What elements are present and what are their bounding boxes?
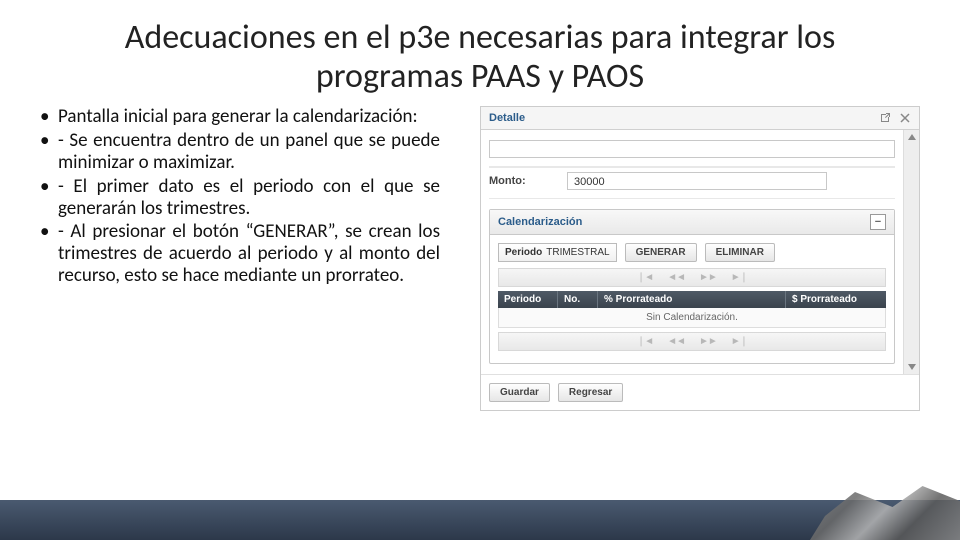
slide-body: •Pantalla inicial para generar la calend… [0,106,960,411]
generar-button[interactable]: GENERAR [625,243,697,262]
col-pct-prorrateado: % Prorrateado [598,291,786,308]
next-page-icon[interactable]: ►► [699,336,717,347]
bullet-item: - Se encuentra dentro de un panel que se… [58,130,440,174]
last-page-icon[interactable]: ►❘ [731,272,747,283]
bullet-item: Pantalla inicial para generar la calenda… [58,106,440,128]
prev-page-icon[interactable]: ◄◄ [667,272,685,283]
col-periodo: Periodo [498,291,558,308]
scroll-up-icon[interactable] [908,134,916,140]
first-page-icon[interactable]: ❘◄ [637,272,653,283]
monto-label: Monto: [489,175,559,187]
prev-page-icon[interactable]: ◄◄ [667,336,685,347]
calendarizacion-panel: Calendarización − Periodo TRIMESTRAL GEN… [489,209,895,364]
grid-empty-message: Sin Calendarización. [498,308,886,328]
close-icon[interactable] [899,112,911,124]
aplicacion-field[interactable] [489,140,895,158]
bullet-item: - El primer dato es el periodo con el qu… [58,176,440,220]
bullet-item: - Al presionar el botón “GENERAR”, se cr… [58,221,440,287]
pager-top: ❘◄ ◄◄ ►► ►❘ [498,268,886,287]
guardar-button[interactable]: Guardar [489,383,550,402]
grid-header: Periodo No. % Prorrateado $ Prorrateado [498,291,886,308]
pager-bottom: ❘◄ ◄◄ ►► ►❘ [498,332,886,351]
periodo-label: Periodo [505,247,542,258]
first-page-icon[interactable]: ❘◄ [637,336,653,347]
periodo-value: TRIMESTRAL [546,247,609,258]
collapse-button[interactable]: − [870,214,886,230]
regresar-button[interactable]: Regresar [558,383,623,402]
last-page-icon[interactable]: ►❘ [731,336,747,347]
detalle-header: Detalle [481,107,919,130]
eliminar-button[interactable]: ELIMINAR [705,243,775,262]
vertical-scrollbar[interactable] [903,130,919,374]
detalle-title: Detalle [489,112,525,124]
periodo-select[interactable]: Periodo TRIMESTRAL [498,243,617,262]
monto-input[interactable]: 30000 [567,172,827,190]
footer-image [810,480,960,540]
next-page-icon[interactable]: ►► [699,272,717,283]
scroll-down-icon[interactable] [908,364,916,370]
col-no: No. [558,291,598,308]
popout-icon[interactable] [879,112,891,124]
app-screenshot: Detalle [480,106,920,411]
slide-title: Adecuaciones en el p3e necesarias para i… [0,0,960,106]
bullet-list: •Pantalla inicial para generar la calend… [40,106,460,411]
calendarizacion-title: Calendarización [498,216,582,228]
col-monto-prorrateado: $ Prorrateado [786,291,886,308]
